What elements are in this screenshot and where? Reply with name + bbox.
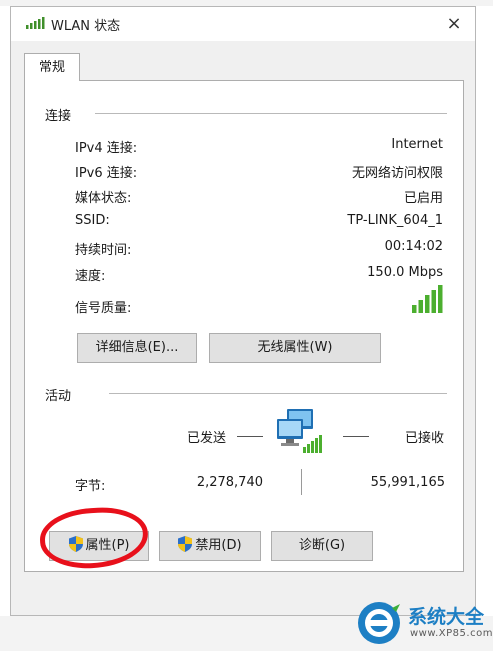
ipv6-value: 无网络访问权限 bbox=[351, 166, 443, 181]
properties-button[interactable]: 属性(P) bbox=[49, 531, 149, 561]
media-state-label: 媒体状态: bbox=[75, 191, 132, 206]
signal-bar bbox=[425, 295, 430, 313]
activity-section-title: 活动 bbox=[45, 389, 72, 404]
section-divider bbox=[95, 113, 447, 114]
title-bar: WLAN 状态 × bbox=[11, 7, 475, 41]
received-connector-line bbox=[343, 436, 369, 437]
speed-label: 速度: bbox=[75, 269, 106, 284]
connection-section-title: 连接 bbox=[45, 109, 72, 124]
watermark-text: 系统大全 bbox=[408, 606, 485, 628]
media-state-value: 已启用 bbox=[403, 191, 443, 206]
network-computers-icon bbox=[277, 409, 322, 453]
duration-value: 00:14:02 bbox=[384, 239, 443, 254]
sent-connector-line bbox=[237, 436, 263, 437]
watermark: 系统大全 www.XP85.com bbox=[356, 600, 493, 646]
window-title: WLAN 状态 bbox=[51, 19, 121, 34]
signal-strength-icon bbox=[412, 285, 443, 313]
duration-label: 持续时间: bbox=[75, 243, 132, 258]
signal-bar bbox=[438, 285, 443, 313]
signal-bar bbox=[431, 290, 436, 313]
close-button[interactable]: × bbox=[441, 11, 467, 37]
received-label: 已接收 bbox=[405, 431, 445, 446]
signal-quality-label: 信号质量: bbox=[75, 301, 132, 316]
disable-button-label: 禁用(D) bbox=[195, 538, 242, 553]
ipv6-label: IPv6 连接: bbox=[75, 166, 138, 181]
site-logo-icon bbox=[358, 602, 400, 644]
activity-divider bbox=[301, 469, 302, 495]
disable-button[interactable]: 禁用(D) bbox=[159, 531, 261, 561]
signal-bar bbox=[412, 305, 417, 313]
section-divider bbox=[109, 393, 447, 394]
speed-value: 150.0 Mbps bbox=[367, 265, 443, 280]
ipv4-value: Internet bbox=[391, 137, 443, 152]
sent-label: 已发送 bbox=[187, 431, 227, 446]
uac-shield-icon bbox=[68, 536, 83, 552]
bytes-label: 字节: bbox=[75, 479, 106, 494]
wifi-signal-icon bbox=[26, 17, 45, 29]
ssid-label: SSID: bbox=[75, 213, 110, 228]
details-button[interactable]: 详细信息(E)... bbox=[77, 333, 197, 363]
wlan-status-dialog: WLAN 状态 × 常规 连接 IPv4 连接: Internet IPv6 连… bbox=[10, 6, 476, 616]
bytes-sent-value: 2,278,740 bbox=[196, 475, 263, 490]
tab-general[interactable]: 常规 bbox=[24, 53, 80, 81]
diagnose-button[interactable]: 诊断(G) bbox=[271, 531, 373, 561]
watermark-url: www.XP85.com bbox=[410, 628, 493, 639]
wireless-properties-button[interactable]: 无线属性(W) bbox=[209, 333, 381, 363]
ssid-value: TP-LINK_604_1 bbox=[347, 213, 443, 228]
general-tab-panel: 连接 IPv4 连接: Internet IPv6 连接: 无网络访问权限 媒体… bbox=[24, 80, 464, 572]
uac-shield-icon bbox=[178, 536, 193, 552]
signal-bar bbox=[418, 300, 423, 313]
ipv4-label: IPv4 连接: bbox=[75, 141, 138, 156]
bytes-received-value: 55,991,165 bbox=[370, 475, 445, 490]
properties-button-label: 属性(P) bbox=[85, 538, 130, 553]
